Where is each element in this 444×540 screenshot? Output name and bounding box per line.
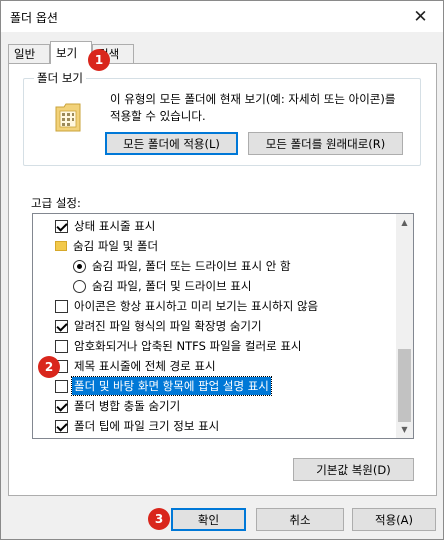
apply-button[interactable]: 적용(A) bbox=[352, 508, 436, 531]
setting-label: 숨김 파일, 폴더 및 드라이브 표시 bbox=[92, 279, 252, 293]
scroll-down-arrow-icon[interactable]: ▼ bbox=[396, 421, 413, 438]
setting-label: 폴더 병합 충돌 숨기기 bbox=[74, 399, 181, 413]
setting-radio[interactable] bbox=[73, 279, 86, 293]
ok-button[interactable]: 확인 bbox=[171, 508, 246, 531]
setting-checkbox[interactable] bbox=[55, 339, 68, 353]
advanced-settings-list[interactable]: 상태 표시줄 표시숨김 파일 및 폴더숨김 파일, 폴더 또는 드라이브 표시 … bbox=[32, 213, 414, 439]
setting-row[interactable]: 제목 표시줄에 전체 경로 표시 bbox=[33, 356, 397, 376]
setting-label: 숨김 파일, 폴더 또는 드라이브 표시 안 함 bbox=[92, 259, 291, 273]
setting-label: 암호화되거나 압축된 NTFS 파일을 컬러로 표시 bbox=[74, 339, 302, 353]
folder-view-icon bbox=[54, 101, 82, 136]
setting-checkbox[interactable] bbox=[55, 379, 68, 393]
setting-checkbox[interactable] bbox=[55, 299, 68, 313]
setting-row[interactable]: 숨김 파일, 폴더 또는 드라이브 표시 안 함 bbox=[33, 256, 397, 276]
cancel-button[interactable]: 취소 bbox=[256, 508, 344, 531]
setting-radio[interactable] bbox=[73, 259, 86, 273]
advanced-settings-label: 고급 설정: bbox=[31, 196, 81, 210]
scroll-up-arrow-icon[interactable]: ▲ bbox=[396, 214, 413, 231]
step-badge-1: 1 bbox=[88, 49, 110, 71]
close-button[interactable]: ✕ bbox=[398, 1, 443, 32]
step-badge-2: 2 bbox=[38, 356, 60, 378]
folder-options-window: 폴더 옵션 ✕ 일반 보기 검색 폴더 보기 이 유형의 모든 폴더에 현재 보… bbox=[0, 0, 444, 540]
apply-to-all-folders-button[interactable]: 모든 폴더에 적용(L) bbox=[105, 132, 238, 155]
tab-view[interactable]: 보기 bbox=[50, 41, 92, 64]
setting-row[interactable]: 암호화되거나 압축된 NTFS 파일을 컬러로 표시 bbox=[33, 336, 397, 356]
setting-checkbox[interactable] bbox=[55, 419, 68, 433]
title-bar: 폴더 옵션 ✕ bbox=[1, 1, 443, 32]
advanced-settings-items: 상태 표시줄 표시숨김 파일 및 폴더숨김 파일, 폴더 또는 드라이브 표시 … bbox=[33, 214, 397, 438]
reset-all-folders-button[interactable]: 모든 폴더를 원래대로(R) bbox=[248, 132, 403, 155]
setting-row[interactable]: 폴더 병합 충돌 숨기기 bbox=[33, 396, 397, 416]
setting-label: 제목 표시줄에 전체 경로 표시 bbox=[74, 359, 216, 373]
setting-checkbox[interactable] bbox=[55, 219, 68, 233]
setting-row[interactable]: 숨김 파일 및 폴더 bbox=[33, 236, 397, 256]
vertical-scrollbar[interactable]: ▲ ▼ bbox=[396, 214, 413, 438]
setting-label: 알려진 파일 형식의 파일 확장명 숨기기 bbox=[74, 319, 262, 333]
setting-label: 확인란을 사용하여 항목 선택 bbox=[72, 437, 214, 438]
setting-row[interactable]: 폴더 및 바탕 화면 항목에 팝업 설명 표시 bbox=[33, 376, 397, 396]
step-badge-3: 3 bbox=[148, 508, 170, 530]
setting-row[interactable]: 알려진 파일 형식의 파일 확장명 숨기기 bbox=[33, 316, 397, 336]
setting-row[interactable]: 아이콘은 항상 표시하고 미리 보기는 표시하지 않음 bbox=[33, 296, 397, 316]
folder-icon bbox=[55, 241, 67, 251]
folder-views-description: 이 유형의 모든 폴더에 현재 보기(예: 자세히 또는 아이콘)를 적용할 수… bbox=[110, 92, 396, 123]
setting-row[interactable]: 폴더 팁에 파일 크기 정보 표시 bbox=[33, 416, 397, 436]
setting-checkbox[interactable] bbox=[55, 399, 68, 413]
window-title: 폴더 옵션 bbox=[10, 11, 58, 25]
setting-label: 폴더 팁에 파일 크기 정보 표시 bbox=[74, 419, 220, 433]
folder-views-title: 폴더 보기 bbox=[34, 70, 86, 86]
setting-label: 폴더 및 바탕 화면 항목에 팝업 설명 표시 bbox=[71, 376, 272, 396]
setting-label: 상태 표시줄 표시 bbox=[74, 219, 156, 233]
scrollbar-thumb[interactable] bbox=[398, 349, 411, 422]
tab-general[interactable]: 일반 bbox=[8, 44, 50, 63]
setting-label: 아이콘은 항상 표시하고 미리 보기는 표시하지 않음 bbox=[74, 299, 319, 313]
restore-defaults-button[interactable]: 기본값 복원(D) bbox=[293, 458, 414, 481]
setting-row[interactable]: 확인란을 사용하여 항목 선택 bbox=[33, 436, 397, 438]
setting-row[interactable]: 상태 표시줄 표시 bbox=[33, 216, 397, 236]
setting-label: 숨김 파일 및 폴더 bbox=[73, 239, 159, 253]
setting-checkbox[interactable] bbox=[55, 319, 68, 333]
setting-row[interactable]: 숨김 파일, 폴더 및 드라이브 표시 bbox=[33, 276, 397, 296]
